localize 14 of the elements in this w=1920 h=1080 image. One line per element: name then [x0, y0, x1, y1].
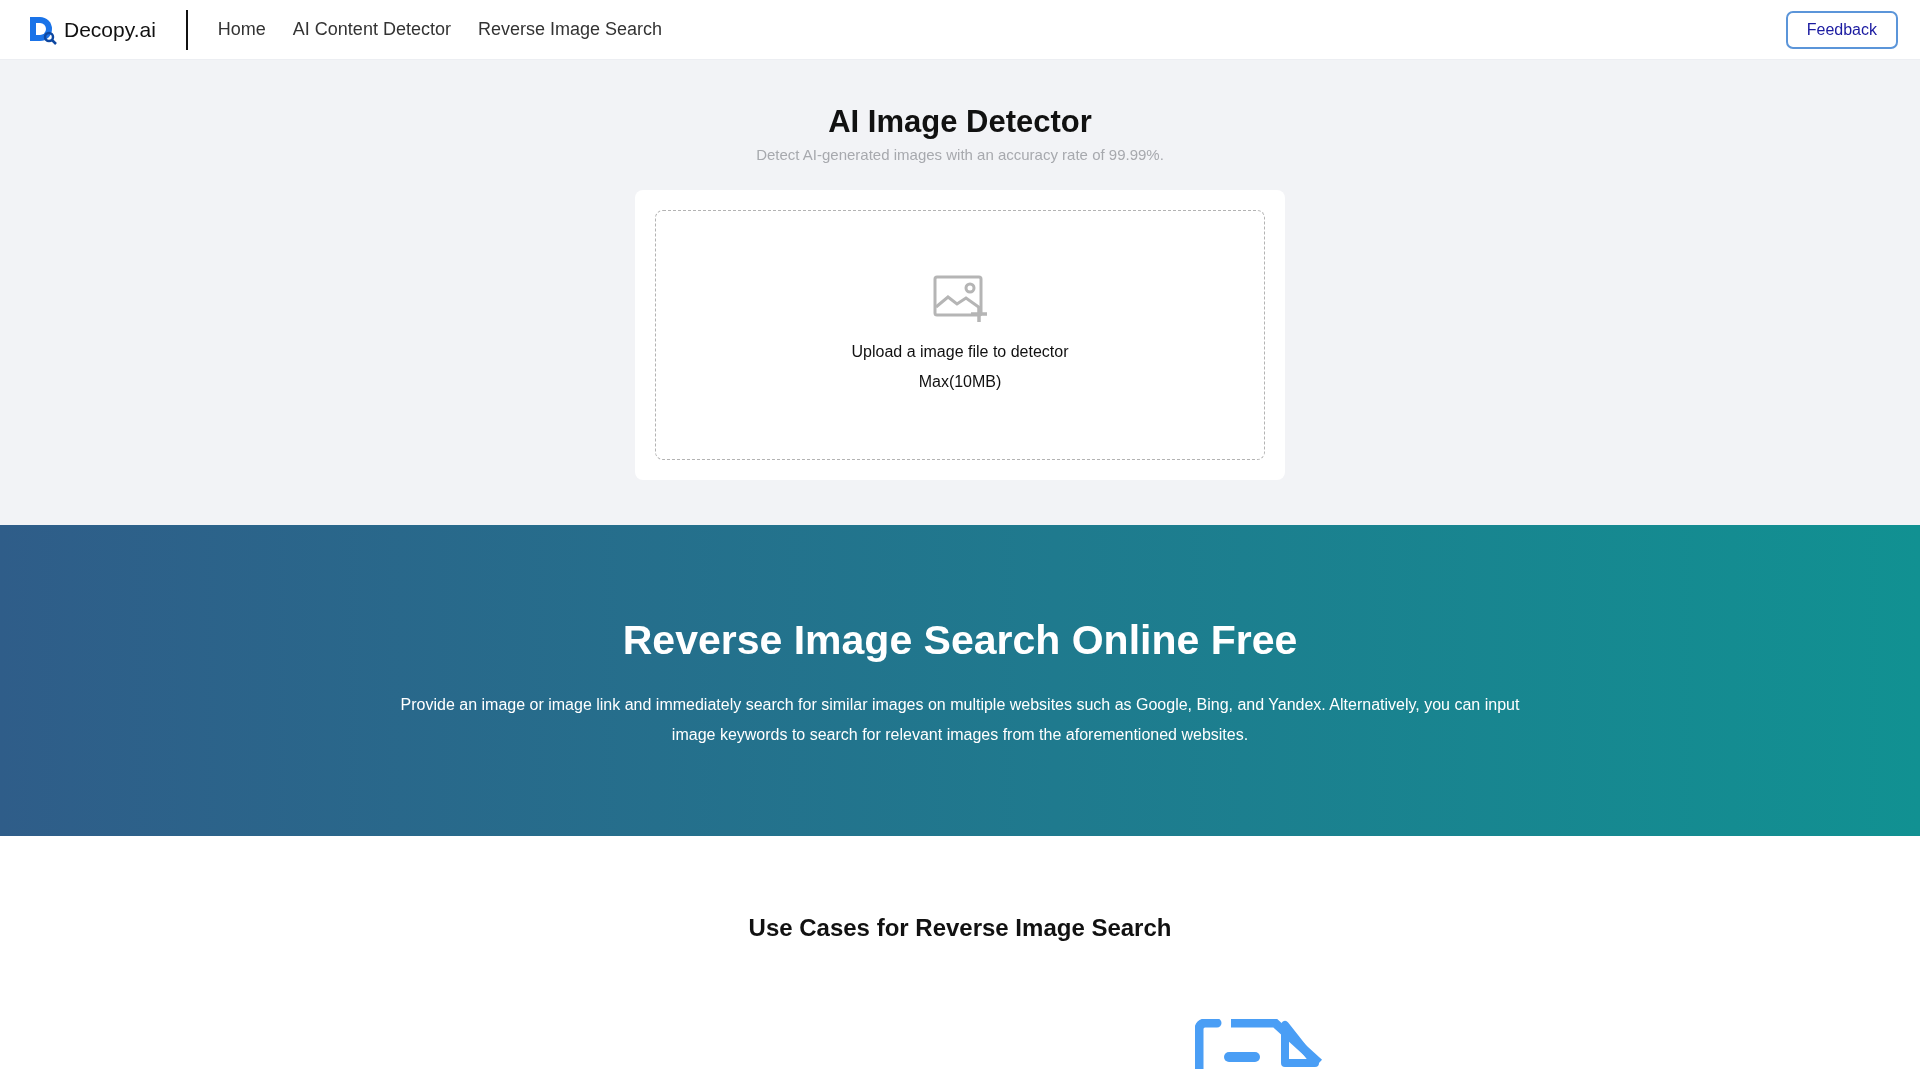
logo-text[interactable]: Decopy.ai [64, 17, 156, 42]
upload-instruction: Upload a image file to detector [851, 342, 1069, 362]
upload-dropzone[interactable]: Upload a image file to detector Max(10MB) [655, 210, 1265, 460]
feedback-button[interactable]: Feedback [1785, 10, 1898, 49]
nav-link[interactable]: Reverse Image Search [477, 19, 663, 40]
nav-link[interactable]: Home [217, 19, 266, 40]
image-add-icon [933, 275, 987, 323]
section-title: Use Cases for Reverse Image Search [748, 914, 1172, 942]
max-size-text: Max(10MB) [918, 372, 1002, 392]
page-subtitle: Detect AI-generated images with an accuracy rate of 99.99%. [756, 146, 1164, 163]
nav-link[interactable]: AI Content Detector [292, 19, 451, 40]
banner-description: Provide an image or image link and immediately search for similar images on multiple websites such as Google, Bing, and Yandex. Alternatively, you can input image keywords to search for relevant images from the aforementioned websites. [399, 695, 1521, 745]
banner-title: Reverse Image Search Online Free [622, 617, 1298, 664]
page-title: AI Image Detector [828, 104, 1092, 140]
